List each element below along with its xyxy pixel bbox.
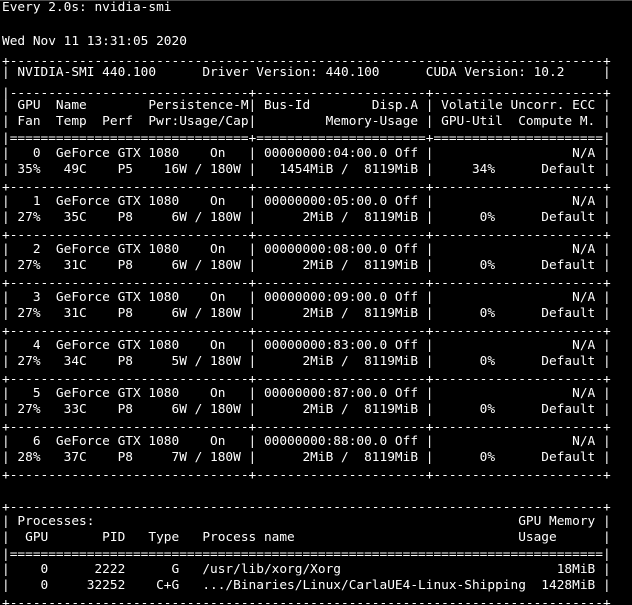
terminal-line-37: +---------------------------------------… bbox=[2, 596, 611, 605]
terminal-line-29: +-------------------------------+-------… bbox=[2, 468, 611, 483]
terminal-window[interactable]: Every 2.0s: nvidia-smi Wed Nov 11 13:31:0… bbox=[0, 0, 632, 605]
terminal-line-0: Every 2.0s: nvidia-smi bbox=[2, 0, 172, 15]
